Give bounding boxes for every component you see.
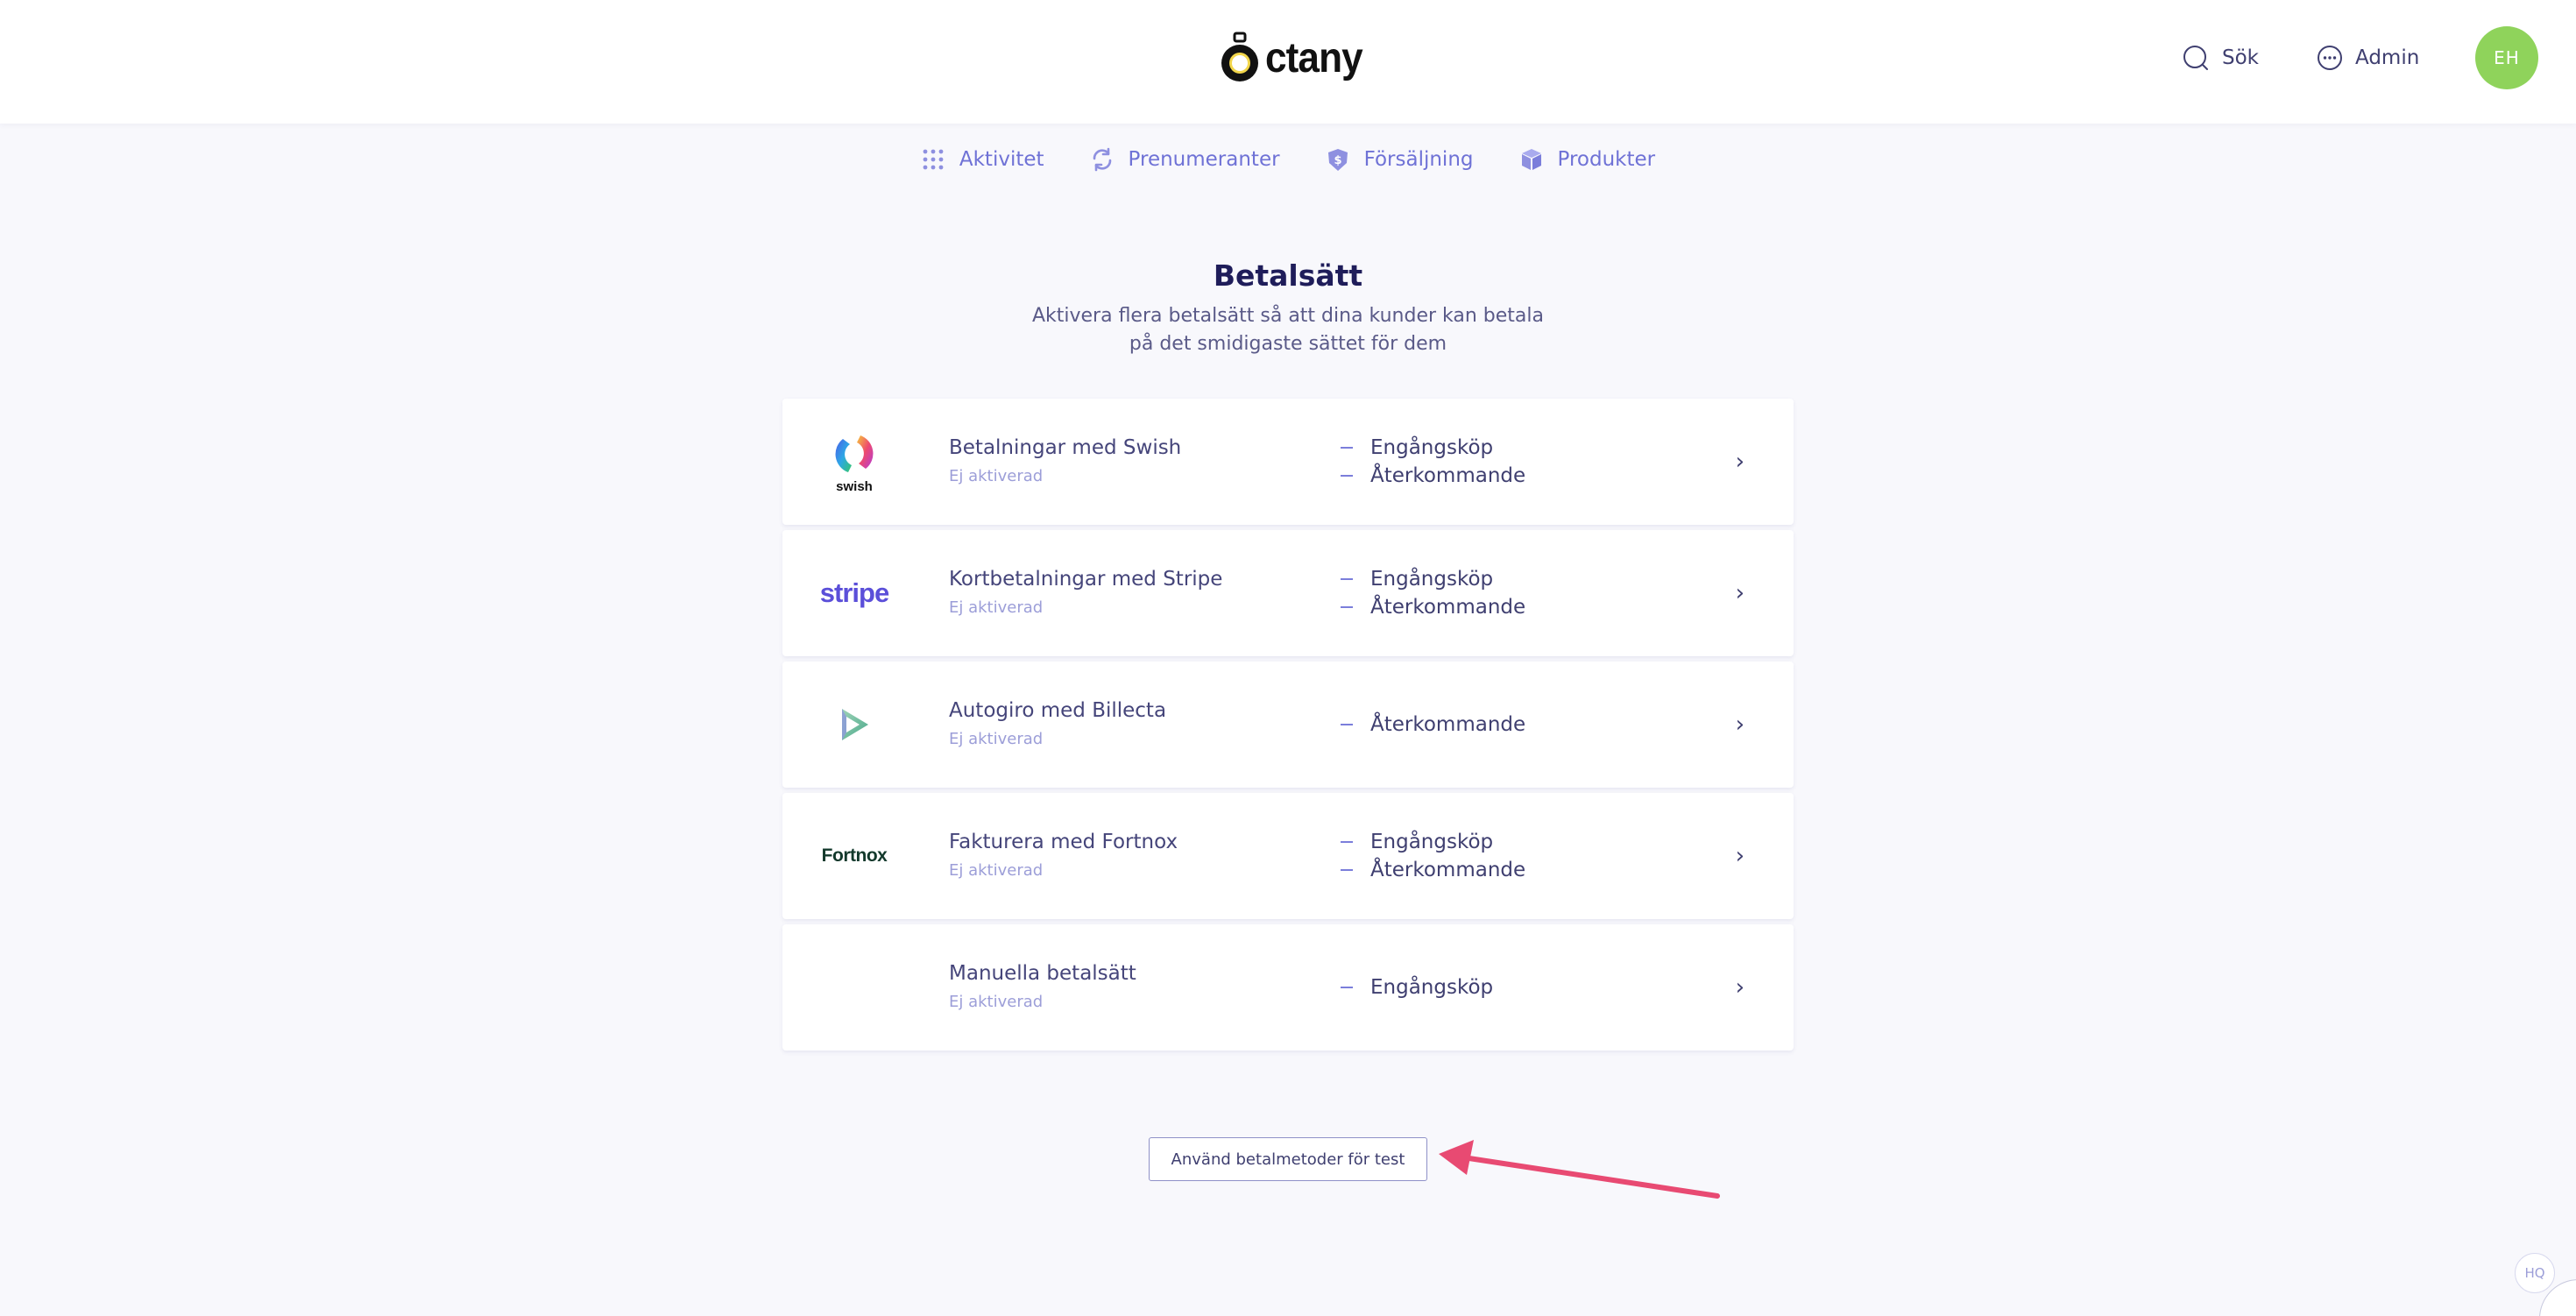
- method-status: Ej aktiverad: [949, 467, 1044, 485]
- dash-icon: [1341, 869, 1353, 871]
- method-types: Engångsköp Återkommande: [1341, 399, 1525, 525]
- method-types: Engångsköp Återkommande: [1341, 793, 1525, 919]
- nav-item-aktivitet[interactable]: Aktivitet: [921, 142, 1044, 177]
- method-types: Engångsköp: [1341, 924, 1493, 1051]
- chevron-right-icon: ›: [1735, 974, 1744, 1001]
- method-name: Autogiro med Billecta: [949, 699, 1167, 722]
- type-row: Återkommande: [1341, 711, 1525, 738]
- octany-logo-mark-icon: [1221, 32, 1258, 81]
- dash-icon: [1341, 578, 1353, 580]
- nav-label: Prenumeranter: [1128, 148, 1280, 171]
- payment-method-stripe[interactable]: stripe Kortbetalningar med Stripe Ej akt…: [782, 530, 1794, 656]
- svg-text:$: $: [1334, 154, 1341, 167]
- dash-icon: [1341, 606, 1353, 608]
- method-types: Återkommande: [1341, 662, 1525, 788]
- dash-icon: [1341, 475, 1353, 477]
- method-name: Manuella betalsätt: [949, 962, 1136, 985]
- admin-menu-button[interactable]: Admin: [2317, 40, 2419, 75]
- top-bar: ctany Sök Admin EH: [0, 0, 2576, 124]
- type-label: Återkommande: [1370, 713, 1526, 736]
- admin-label: Admin: [2355, 46, 2420, 69]
- method-types: Engångsköp Återkommande: [1341, 530, 1525, 656]
- payment-method-manual[interactable]: Manuella betalsätt Ej aktiverad Engångsk…: [782, 924, 1794, 1051]
- user-avatar[interactable]: EH: [2475, 26, 2538, 89]
- dash-icon: [1341, 987, 1353, 988]
- nav-label: Produkter: [1557, 148, 1656, 171]
- refresh-icon: [1093, 147, 1111, 172]
- chevron-right-icon: ›: [1735, 843, 1744, 869]
- annotation-arrow-icon: [1439, 1140, 1720, 1199]
- fortnox-logo: Fortnox: [809, 812, 900, 900]
- nav-item-forsaljning[interactable]: $ Försäljning: [1326, 142, 1474, 177]
- type-label: Engångsköp: [1370, 436, 1494, 459]
- page-title: Betalsätt: [1213, 258, 1363, 293]
- dash-icon: [1341, 447, 1353, 449]
- nav-label: Försäljning: [1363, 148, 1474, 171]
- nav-item-prenumeranter[interactable]: Prenumeranter: [1090, 142, 1280, 177]
- search-button[interactable]: Sök: [2182, 40, 2259, 75]
- type-label: Återkommande: [1370, 464, 1526, 487]
- type-row: Engångsköp: [1341, 435, 1525, 461]
- dash-icon: [1341, 841, 1353, 843]
- grid-dots-icon: [923, 149, 944, 170]
- support-widget-button[interactable]: HQ: [2515, 1253, 2555, 1293]
- type-row: Återkommande: [1341, 857, 1525, 883]
- stripe-logo: stripe: [809, 549, 900, 637]
- search-label: Sök: [2222, 46, 2259, 69]
- method-status: Ej aktiverad: [949, 993, 1044, 1011]
- search-icon: [2183, 46, 2208, 70]
- dash-icon: [1341, 724, 1353, 725]
- type-row: Engångsköp: [1341, 829, 1525, 855]
- payment-method-billecta[interactable]: Autogiro med Billecta Ej aktiverad Återk…: [782, 662, 1794, 788]
- method-status: Ej aktiverad: [949, 861, 1044, 880]
- type-label: Engångsköp: [1370, 568, 1494, 591]
- method-status: Ej aktiverad: [949, 730, 1044, 748]
- chevron-right-icon: ›: [1735, 449, 1744, 475]
- type-row: Återkommande: [1341, 463, 1525, 489]
- stripe-wordmark: stripe: [819, 577, 889, 608]
- type-label: Engångsköp: [1370, 831, 1494, 853]
- type-label: Engångsköp: [1370, 976, 1494, 999]
- type-label: Återkommande: [1370, 859, 1526, 881]
- main-nav: Aktivitet Prenumeranter $ Försäljning Pr…: [0, 142, 2576, 177]
- swish-logo-icon: [835, 435, 874, 472]
- box-icon: [1521, 149, 1541, 170]
- nav-label: Aktivitet: [959, 148, 1044, 171]
- type-label: Återkommande: [1370, 596, 1526, 619]
- more-dots-icon: [2318, 46, 2342, 70]
- payment-method-swish[interactable]: swish Betalningar med Swish Ej aktiverad…: [782, 399, 1794, 525]
- type-row: Engångsköp: [1341, 566, 1525, 592]
- page-subtitle: Aktivera flera betalsätt så att dina kun…: [1031, 305, 1545, 355]
- octany-logo[interactable]: ctany: [1218, 28, 1370, 88]
- logo-text: ctany: [1265, 34, 1363, 81]
- chevron-right-icon: ›: [1735, 711, 1744, 738]
- method-name: Betalningar med Swish: [949, 436, 1182, 459]
- type-row: Återkommande: [1341, 594, 1525, 620]
- swish-wordmark: swish: [836, 478, 873, 494]
- method-name: Kortbetalningar med Stripe: [949, 568, 1223, 591]
- use-test-payment-methods-button[interactable]: Använd betalmetoder för test: [1149, 1137, 1427, 1181]
- fortnox-wordmark: Fortnox: [821, 845, 888, 866]
- chevron-right-icon: ›: [1735, 580, 1744, 606]
- method-name: Fakturera med Fortnox: [949, 831, 1178, 853]
- billecta-logo: [809, 681, 900, 768]
- money-shield-icon: $: [1327, 149, 1348, 171]
- swish-logo: swish: [809, 418, 900, 506]
- method-status: Ej aktiverad: [949, 598, 1044, 617]
- billecta-logo-icon: [842, 709, 868, 740]
- type-row: Engångsköp: [1341, 974, 1493, 1001]
- payment-method-list: swish Betalningar med Swish Ej aktiverad…: [782, 399, 1794, 1051]
- nav-item-produkter[interactable]: Produkter: [1519, 142, 1656, 177]
- payment-method-fortnox[interactable]: Fortnox Fakturera med Fortnox Ej aktiver…: [782, 793, 1794, 919]
